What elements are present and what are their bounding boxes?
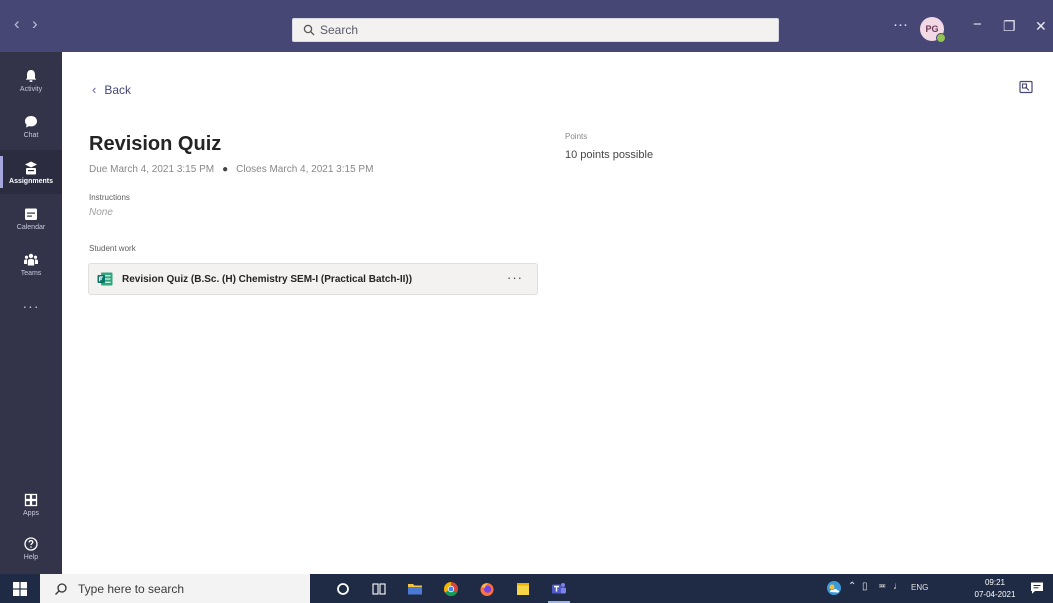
rail-label-activity: Activity xyxy=(19,85,43,93)
battery-icon[interactable]: ▯ xyxy=(862,581,868,592)
expand-icon[interactable] xyxy=(1019,80,1033,94)
close-date: Closes March 4, 2021 3:15 PM xyxy=(236,164,374,175)
microsoft-teams-icon xyxy=(552,582,566,593)
volume-icon[interactable]: ♩ xyxy=(893,581,903,592)
windows-logo-icon xyxy=(13,581,27,596)
clock[interactable]: 09:21 07-04-2021 xyxy=(968,577,1022,601)
notifications-icon[interactable] xyxy=(1030,581,1044,595)
points-label: Points xyxy=(565,132,588,141)
search-icon xyxy=(303,24,315,36)
clock-date: 07-04-2021 xyxy=(974,590,1016,599)
task-view-button[interactable] xyxy=(362,574,396,603)
sticky-notes-icon xyxy=(517,582,529,595)
weather-icon[interactable] xyxy=(826,580,842,596)
taskbar-app-firefox[interactable] xyxy=(470,574,504,603)
rail-more-apps-button[interactable]: ··· xyxy=(0,298,62,314)
apps-icon xyxy=(24,493,38,506)
close-button[interactable]: ✕ xyxy=(1035,17,1047,35)
taskbar-app-file-explorer[interactable] xyxy=(398,574,432,603)
assignments-icon xyxy=(25,161,37,174)
show-hidden-icons-chevron-icon[interactable]: ⌃ xyxy=(848,581,856,592)
taskbar-app-sticky-notes[interactable] xyxy=(506,574,540,603)
back-button[interactable]: ‹ Back xyxy=(92,82,131,97)
due-dates: Due March 4, 2021 3:15 PM ● Closes March 4… xyxy=(89,164,373,175)
task-view-icon xyxy=(372,582,386,595)
taskbar-app-teams[interactable] xyxy=(542,574,576,603)
back-label: Back xyxy=(104,82,132,97)
student-work-title: Revision Quiz (B.Sc. (H) Chemistry SEM-I… xyxy=(122,273,413,285)
rail-item-apps[interactable]: Apps xyxy=(0,482,62,526)
chrome-icon xyxy=(444,581,458,596)
rail-label-calendar: Calendar xyxy=(16,223,46,231)
restore-button[interactable]: ❐ xyxy=(1003,17,1016,35)
due-date: Due March 4, 2021 3:15 PM xyxy=(89,164,215,175)
calendar-icon xyxy=(25,208,37,220)
clock-time: 09:21 xyxy=(984,578,1006,587)
teams-icon xyxy=(24,253,38,265)
work-item-more-button[interactable]: ··· xyxy=(507,270,523,285)
network-icon[interactable]: ≖ xyxy=(878,581,886,592)
rail-item-assignments[interactable]: Assignments xyxy=(0,150,62,194)
student-work-item[interactable]: Revision Quiz (B.Sc. (H) Chemistry SEM-I… xyxy=(88,263,538,295)
help-icon xyxy=(24,536,38,551)
instructions-label: Instructions xyxy=(89,193,130,202)
rail-label-chat: Chat xyxy=(23,131,39,139)
presence-indicator xyxy=(936,33,946,43)
search-input[interactable]: Search xyxy=(292,18,779,42)
rail-label-teams: Teams xyxy=(20,269,42,277)
rail-item-activity[interactable]: Activity xyxy=(0,58,62,102)
forward-arrow-icon[interactable]: › xyxy=(32,13,38,35)
separator-dot-icon: ● xyxy=(222,164,229,175)
rail-item-chat[interactable]: Chat xyxy=(0,104,62,148)
chevron-left-icon: ‹ xyxy=(92,82,97,97)
page-title: Revision Quiz xyxy=(89,133,222,155)
firefox-icon xyxy=(480,582,494,596)
cortana-icon xyxy=(337,582,349,595)
avatar-initials: PG xyxy=(925,24,939,34)
avatar[interactable]: PG xyxy=(920,17,946,43)
taskbar-search-placeholder: Type here to search xyxy=(78,581,185,596)
search-icon xyxy=(55,582,67,595)
rail-label-help: Help xyxy=(23,553,39,561)
start-button[interactable] xyxy=(0,574,40,603)
rail-label-assignments: Assignments xyxy=(9,177,53,185)
points-value: 10 points possible xyxy=(565,149,654,161)
bell-icon xyxy=(25,69,37,82)
back-arrow-icon[interactable]: ‹ xyxy=(14,13,20,35)
more-options-button[interactable]: ··· xyxy=(893,16,908,34)
cortana-button[interactable] xyxy=(326,574,360,603)
rail-item-help[interactable]: Help xyxy=(0,526,62,570)
taskbar-search-input[interactable]: Type here to search xyxy=(40,574,310,603)
minimize-button[interactable]: − xyxy=(973,16,982,34)
folder-icon xyxy=(408,583,422,594)
rail-item-teams[interactable]: Teams xyxy=(0,242,62,286)
search-placeholder: Search xyxy=(320,23,359,37)
instructions-value: None xyxy=(89,207,113,218)
forms-icon xyxy=(97,272,113,286)
app-rail: Activity Chat Assignments Calendar Teams… xyxy=(0,52,62,574)
language-indicator[interactable]: ENG xyxy=(911,583,928,592)
taskbar-app-chrome[interactable] xyxy=(434,574,468,603)
title-bar: ‹ › Search ··· PG − ❐ ✕ xyxy=(0,0,1053,52)
chat-icon xyxy=(25,115,37,127)
rail-item-calendar[interactable]: Calendar xyxy=(0,196,62,240)
taskbar: Type here to search ⌃ ▯ ≖ ♩ ENG 09:21 07… xyxy=(0,574,1053,603)
student-work-label: Student work xyxy=(89,244,136,253)
rail-label-apps: Apps xyxy=(23,509,39,517)
